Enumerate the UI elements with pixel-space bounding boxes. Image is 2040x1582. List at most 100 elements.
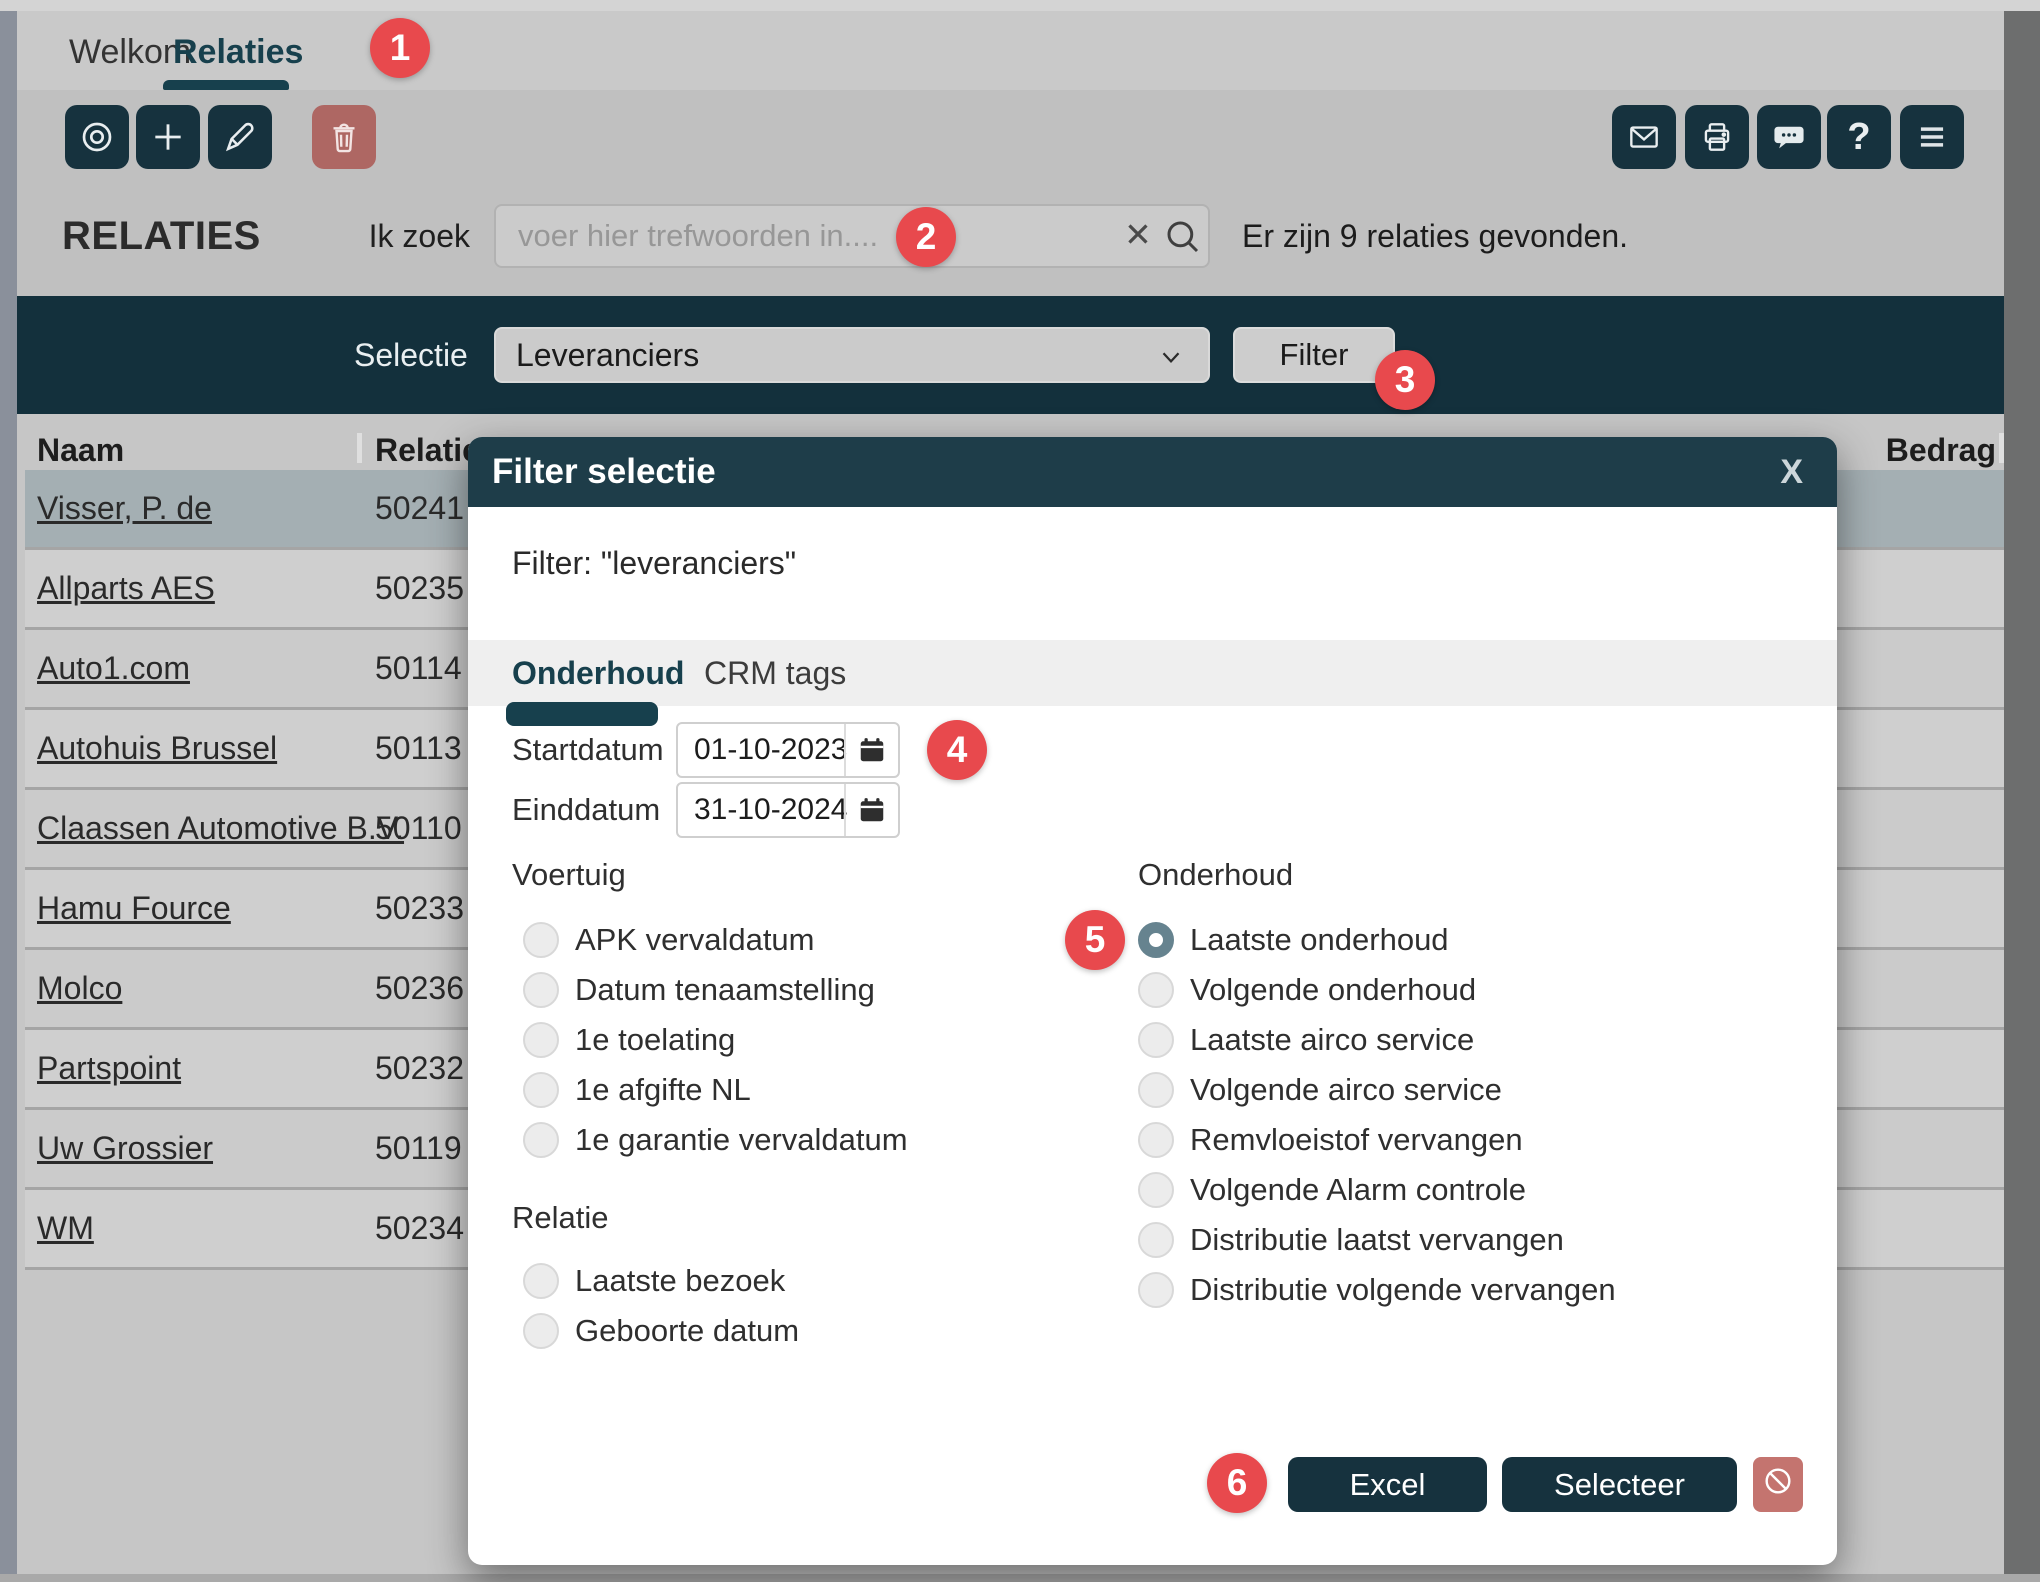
selecteer-button[interactable]: Selecteer: [1502, 1457, 1737, 1512]
bottom-scrollbar-track[interactable]: [0, 1574, 2040, 1582]
relation-link[interactable]: Allparts AES: [37, 550, 215, 627]
einddatum-field[interactable]: 31-10-2024: [676, 782, 900, 838]
radio-option[interactable]: APK vervaldatum: [523, 922, 908, 958]
app-window: Welkom Relaties: [0, 0, 2040, 1582]
radio-icon[interactable]: [1138, 1072, 1174, 1108]
radio-icon[interactable]: [523, 1122, 559, 1158]
filter-modal: Filter selectie X Filter: "leveranciers"…: [468, 437, 1837, 1565]
delete-button[interactable]: [312, 105, 376, 169]
column-divider: [357, 433, 362, 463]
radio-icon[interactable]: [1138, 1022, 1174, 1058]
filter-button[interactable]: Filter: [1233, 327, 1395, 383]
relation-link[interactable]: Claassen Automotive B.V.: [37, 790, 404, 867]
add-button[interactable]: [136, 105, 200, 169]
edit-button[interactable]: [208, 105, 272, 169]
relation-link[interactable]: Hamu Fource: [37, 870, 231, 947]
section-heading-onderhoud: Onderhoud: [1138, 857, 1293, 893]
relation-number: 50114: [375, 630, 462, 707]
tab-onderhoud[interactable]: Onderhoud: [512, 640, 684, 706]
radio-option[interactable]: Volgende airco service: [1138, 1072, 1616, 1108]
radio-option-selected[interactable]: Laatste onderhoud: [1138, 922, 1616, 958]
view-button[interactable]: [65, 105, 129, 169]
menu-button[interactable]: [1900, 105, 1964, 169]
tab-bar: [17, 11, 2004, 90]
radio-icon[interactable]: [1138, 1172, 1174, 1208]
radio-icon[interactable]: [523, 1022, 559, 1058]
startdatum-label: Startdatum: [512, 722, 664, 778]
radio-option[interactable]: 1e afgifte NL: [523, 1072, 908, 1108]
column-header-naam[interactable]: Naam: [37, 432, 124, 469]
modal-title: Filter selectie: [492, 437, 716, 507]
selection-label: Selectie: [354, 327, 468, 383]
active-filter-text: Filter: "leveranciers": [512, 545, 796, 582]
radio-icon[interactable]: [1138, 972, 1174, 1008]
radio-option[interactable]: Laatste bezoek: [523, 1263, 799, 1299]
active-tab-indicator: [163, 80, 289, 90]
print-button[interactable]: [1685, 105, 1749, 169]
radio-option[interactable]: Volgende onderhoud: [1138, 972, 1616, 1008]
radio-icon[interactable]: [523, 1263, 559, 1299]
close-icon[interactable]: X: [1780, 437, 1803, 507]
tab-crm-tags[interactable]: CRM tags: [704, 640, 846, 706]
radio-option[interactable]: 1e garantie vervaldatum: [523, 1122, 908, 1158]
right-scrollbar-track[interactable]: [2004, 11, 2040, 1582]
help-button[interactable]: ?: [1827, 105, 1891, 169]
radio-icon[interactable]: [1138, 1272, 1174, 1308]
radio-option[interactable]: Laatste airco service: [1138, 1022, 1616, 1058]
startdatum-value[interactable]: 01-10-2023: [694, 724, 847, 776]
modal-tab-strip: Onderhoud CRM tags: [468, 640, 1837, 706]
annotation-badge-1: 1: [370, 18, 430, 78]
excel-button[interactable]: Excel: [1288, 1457, 1487, 1512]
clear-search-icon[interactable]: ✕: [1118, 204, 1158, 268]
radio-icon[interactable]: [523, 1072, 559, 1108]
selection-dropdown-value: Leveranciers: [516, 329, 699, 381]
relation-number: 50119: [375, 1110, 462, 1187]
chat-button[interactable]: [1757, 105, 1821, 169]
chevron-down-icon: [1156, 342, 1186, 377]
relation-number: 50110: [375, 790, 462, 867]
calendar-icon[interactable]: [844, 784, 898, 836]
radio-icon[interactable]: [523, 972, 559, 1008]
relation-link[interactable]: Autohuis Brussel: [37, 710, 277, 787]
results-count-text: Er zijn 9 relaties gevonden.: [1242, 204, 1628, 268]
radio-option[interactable]: Distributie volgende vervangen: [1138, 1272, 1616, 1308]
einddatum-value[interactable]: 31-10-2024: [694, 784, 847, 836]
relation-link[interactable]: Visser, P. de: [37, 470, 212, 547]
email-button[interactable]: [1612, 105, 1676, 169]
printer-icon: [1698, 118, 1736, 156]
chat-bubble-icon: [1770, 118, 1808, 156]
top-edge-strip: [0, 0, 2040, 11]
radio-option[interactable]: Geboorte datum: [523, 1313, 799, 1349]
eye-icon: [78, 118, 116, 156]
radio-icon[interactable]: [1138, 1122, 1174, 1158]
relation-number: 50233: [375, 870, 464, 947]
relation-link[interactable]: WM: [37, 1190, 94, 1267]
radio-option[interactable]: Volgende Alarm controle: [1138, 1172, 1616, 1208]
selection-dropdown[interactable]: Leveranciers: [494, 327, 1210, 383]
prohibition-icon: [1762, 1465, 1794, 1505]
annotation-badge-5: 5: [1065, 910, 1125, 970]
startdatum-field[interactable]: 01-10-2023: [676, 722, 900, 778]
annotation-badge-4: 4: [927, 720, 987, 780]
radio-icon[interactable]: [1138, 1222, 1174, 1258]
relation-link[interactable]: Uw Grossier: [37, 1110, 213, 1187]
relation-number: 50235: [375, 550, 464, 627]
relation-link[interactable]: Molco: [37, 950, 122, 1027]
radio-option[interactable]: Datum tenaamstelling: [523, 972, 908, 1008]
radio-checked-icon[interactable]: [1138, 922, 1174, 958]
calendar-icon[interactable]: [844, 724, 898, 776]
radio-option[interactable]: Distributie laatst vervangen: [1138, 1222, 1616, 1258]
radio-option[interactable]: 1e toelating: [523, 1022, 908, 1058]
column-header-bedrag[interactable]: Bedrag: [1886, 432, 1996, 469]
radio-option[interactable]: Remvloeistof vervangen: [1138, 1122, 1616, 1158]
radio-icon[interactable]: [523, 922, 559, 958]
search-input[interactable]: [494, 204, 1210, 268]
radio-icon[interactable]: [523, 1313, 559, 1349]
tab-relaties[interactable]: Relaties: [173, 24, 303, 80]
search-icon[interactable]: [1162, 216, 1204, 263]
relation-link[interactable]: Partspoint: [37, 1030, 181, 1107]
voertuig-options: APK vervaldatum Datum tenaamstelling 1e …: [523, 922, 908, 1158]
section-heading-relatie: Relatie: [512, 1200, 609, 1236]
cancel-button[interactable]: [1753, 1457, 1803, 1512]
relation-link[interactable]: Auto1.com: [37, 630, 190, 707]
